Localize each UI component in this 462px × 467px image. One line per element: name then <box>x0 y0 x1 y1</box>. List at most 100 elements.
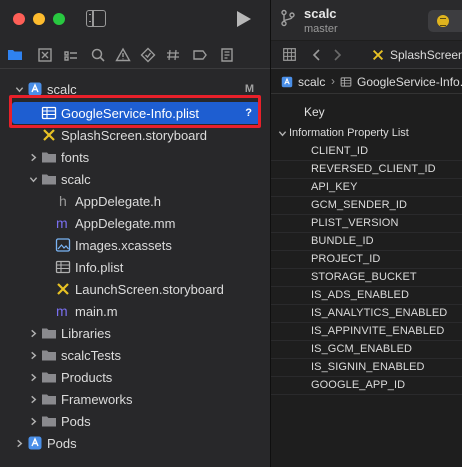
tree-item-scalc-project[interactable]: scalc M <box>0 78 270 100</box>
toolbar-scheme-area: scalc master <box>271 0 462 40</box>
plist-row[interactable]: REVERSED_CLIENT_ID <box>271 161 462 179</box>
tree-item-label: scalcTests <box>61 347 121 363</box>
disclosure-collapsed-icon[interactable] <box>28 328 38 338</box>
plist-row[interactable]: IS_ANALYTICS_ENABLED <box>271 305 462 323</box>
source-control-navigator-icon[interactable] <box>37 47 53 63</box>
svg-text:m: m <box>56 215 68 231</box>
tree-item-label: fonts <box>61 149 90 165</box>
tree-item-label: Pods <box>61 413 91 429</box>
report-navigator-icon[interactable] <box>219 47 235 63</box>
tree-item-label: AppDelegate.mm <box>75 215 176 231</box>
issue-navigator-icon[interactable] <box>115 47 131 63</box>
tree-item-label: LaunchScreen.storyboard <box>75 281 224 297</box>
tree-item-launchscreen-storyboard[interactable]: LaunchScreen.storyboard <box>0 278 270 300</box>
plist-row[interactable]: GOOGLE_APP_ID <box>271 377 462 395</box>
plist-row[interactable]: BUNDLE_ID <box>271 233 462 251</box>
folder-icon <box>41 413 57 429</box>
storyboard-icon <box>372 49 384 61</box>
tree-item-scalc-folder[interactable]: scalc <box>0 168 270 190</box>
plist-row[interactable]: CLIENT_ID <box>271 143 462 161</box>
zoom-window-button[interactable] <box>53 13 65 25</box>
folder-icon <box>41 391 57 407</box>
plist-key: STORAGE_BUCKET <box>311 271 417 283</box>
disclosure-collapsed-icon[interactable] <box>14 438 24 448</box>
disclosure-collapsed-icon[interactable] <box>28 372 38 382</box>
tree-item-fonts-folder[interactable]: fonts <box>0 146 270 168</box>
editor-tab-splashscreen[interactable]: SplashScreen. <box>371 48 462 62</box>
folder-icon <box>41 171 57 187</box>
tree-item-pods-folder[interactable]: Pods <box>0 410 270 432</box>
tree-item-libraries-folder[interactable]: Libraries <box>0 322 270 344</box>
navigate-forward-icon[interactable] <box>329 47 345 63</box>
plist-row[interactable]: IS_SIGNIN_ENABLED <box>271 359 462 377</box>
test-navigator-icon[interactable] <box>140 47 156 63</box>
plist-key: IS_GCM_ENABLED <box>311 343 413 355</box>
plist-row[interactable]: GCM_SENDER_ID <box>271 197 462 215</box>
breakpoint-navigator-icon[interactable] <box>192 47 208 63</box>
svg-text:h: h <box>59 193 67 209</box>
scheme-icon <box>437 15 449 27</box>
tree-item-splashscreen-storyboard[interactable]: SplashScreen.storyboard <box>0 124 270 146</box>
tree-item-appdelegate-mm[interactable]: m AppDelegate.mm <box>0 212 270 234</box>
source-control-status-badge: ? <box>245 107 252 119</box>
tree-item-label: Pods <box>47 435 77 451</box>
tree-item-label: Products <box>61 369 113 385</box>
tree-item-label: main.m <box>75 303 118 319</box>
debug-navigator-icon[interactable] <box>165 47 181 63</box>
run-icon[interactable] <box>237 11 251 27</box>
plist-row[interactable]: IS_APPINVITE_ENABLED <box>271 323 462 341</box>
branch-name[interactable]: master <box>304 23 338 35</box>
jumpbar-project[interactable]: scalc <box>298 75 325 89</box>
editor-tab-bar: SplashScreen. <box>271 41 462 69</box>
scheme-name[interactable]: scalc <box>304 6 337 21</box>
disclosure-collapsed-icon[interactable] <box>28 350 38 360</box>
close-window-button[interactable] <box>13 13 25 25</box>
tree-item-info-plist[interactable]: Info.plist <box>0 256 270 278</box>
plist-key: IS_ANALYTICS_ENABLED <box>311 307 448 319</box>
tree-item-products-folder[interactable]: Products <box>0 366 270 388</box>
folder-icon <box>41 347 57 363</box>
related-items-grid-icon[interactable] <box>283 48 296 61</box>
tree-item-googleservice-info-plist[interactable]: GoogleService-Info.plist ? <box>12 102 260 124</box>
plist-row[interactable]: STORAGE_BUCKET <box>271 269 462 287</box>
plist-icon <box>340 77 352 87</box>
plist-row[interactable]: IS_GCM_ENABLED <box>271 341 462 359</box>
tree-item-pods-project[interactable]: Pods <box>0 432 270 454</box>
disclosure-collapsed-icon[interactable] <box>28 394 38 404</box>
disclosure-expanded-icon[interactable] <box>28 174 38 184</box>
plist-row[interactable]: PROJECT_ID <box>271 251 462 269</box>
plist-row[interactable]: PLIST_VERSION <box>271 215 462 233</box>
sidebar-toggle-icon[interactable] <box>86 10 106 27</box>
tree-item-appdelegate-h[interactable]: h AppDelegate.h <box>0 190 270 212</box>
navigate-back-icon[interactable] <box>309 47 325 63</box>
project-navigator-folder-icon[interactable] <box>7 47 23 63</box>
plist-key: IS_SIGNIN_ENABLED <box>311 361 425 373</box>
disclosure-expanded-icon[interactable] <box>14 84 24 94</box>
storyboard-icon <box>55 281 71 297</box>
disclosure-collapsed-icon[interactable] <box>28 152 38 162</box>
find-navigator-icon[interactable] <box>90 47 106 63</box>
jumpbar-file[interactable]: GoogleService-Info. <box>357 75 462 89</box>
tree-item-label: GoogleService-Info.plist <box>61 105 200 121</box>
plist-row[interactable]: API_KEY <box>271 179 462 197</box>
plist-key: IS_APPINVITE_ENABLED <box>311 325 445 337</box>
plist-root-row[interactable]: Information Property List <box>271 125 462 143</box>
plist-key: GOOGLE_APP_ID <box>311 379 406 391</box>
disclosure-collapsed-icon[interactable] <box>28 416 38 426</box>
tree-item-frameworks-folder[interactable]: Frameworks <box>0 388 270 410</box>
navigator-tab-bar <box>0 41 270 69</box>
plist-key: REVERSED_CLIENT_ID <box>311 163 436 175</box>
disclosure-expanded-icon[interactable] <box>278 129 287 138</box>
tree-item-main-m[interactable]: m main.m <box>0 300 270 322</box>
window-titlebar <box>0 0 270 40</box>
scheme-selector-button[interactable] <box>428 10 462 32</box>
symbol-navigator-icon[interactable] <box>63 47 79 63</box>
plist-key-column-header[interactable]: Key <box>271 101 462 123</box>
tree-item-images-xcassets[interactable]: Images.xcassets <box>0 234 270 256</box>
tree-item-scalctests-folder[interactable]: scalcTests <box>0 344 270 366</box>
plist-row[interactable]: IS_ADS_ENABLED <box>271 287 462 305</box>
source-control-status-badge: M <box>244 83 254 95</box>
tree-item-label: Images.xcassets <box>75 237 172 253</box>
minimize-window-button[interactable] <box>33 13 45 25</box>
jump-bar: scalc › GoogleService-Info. <box>271 70 462 94</box>
